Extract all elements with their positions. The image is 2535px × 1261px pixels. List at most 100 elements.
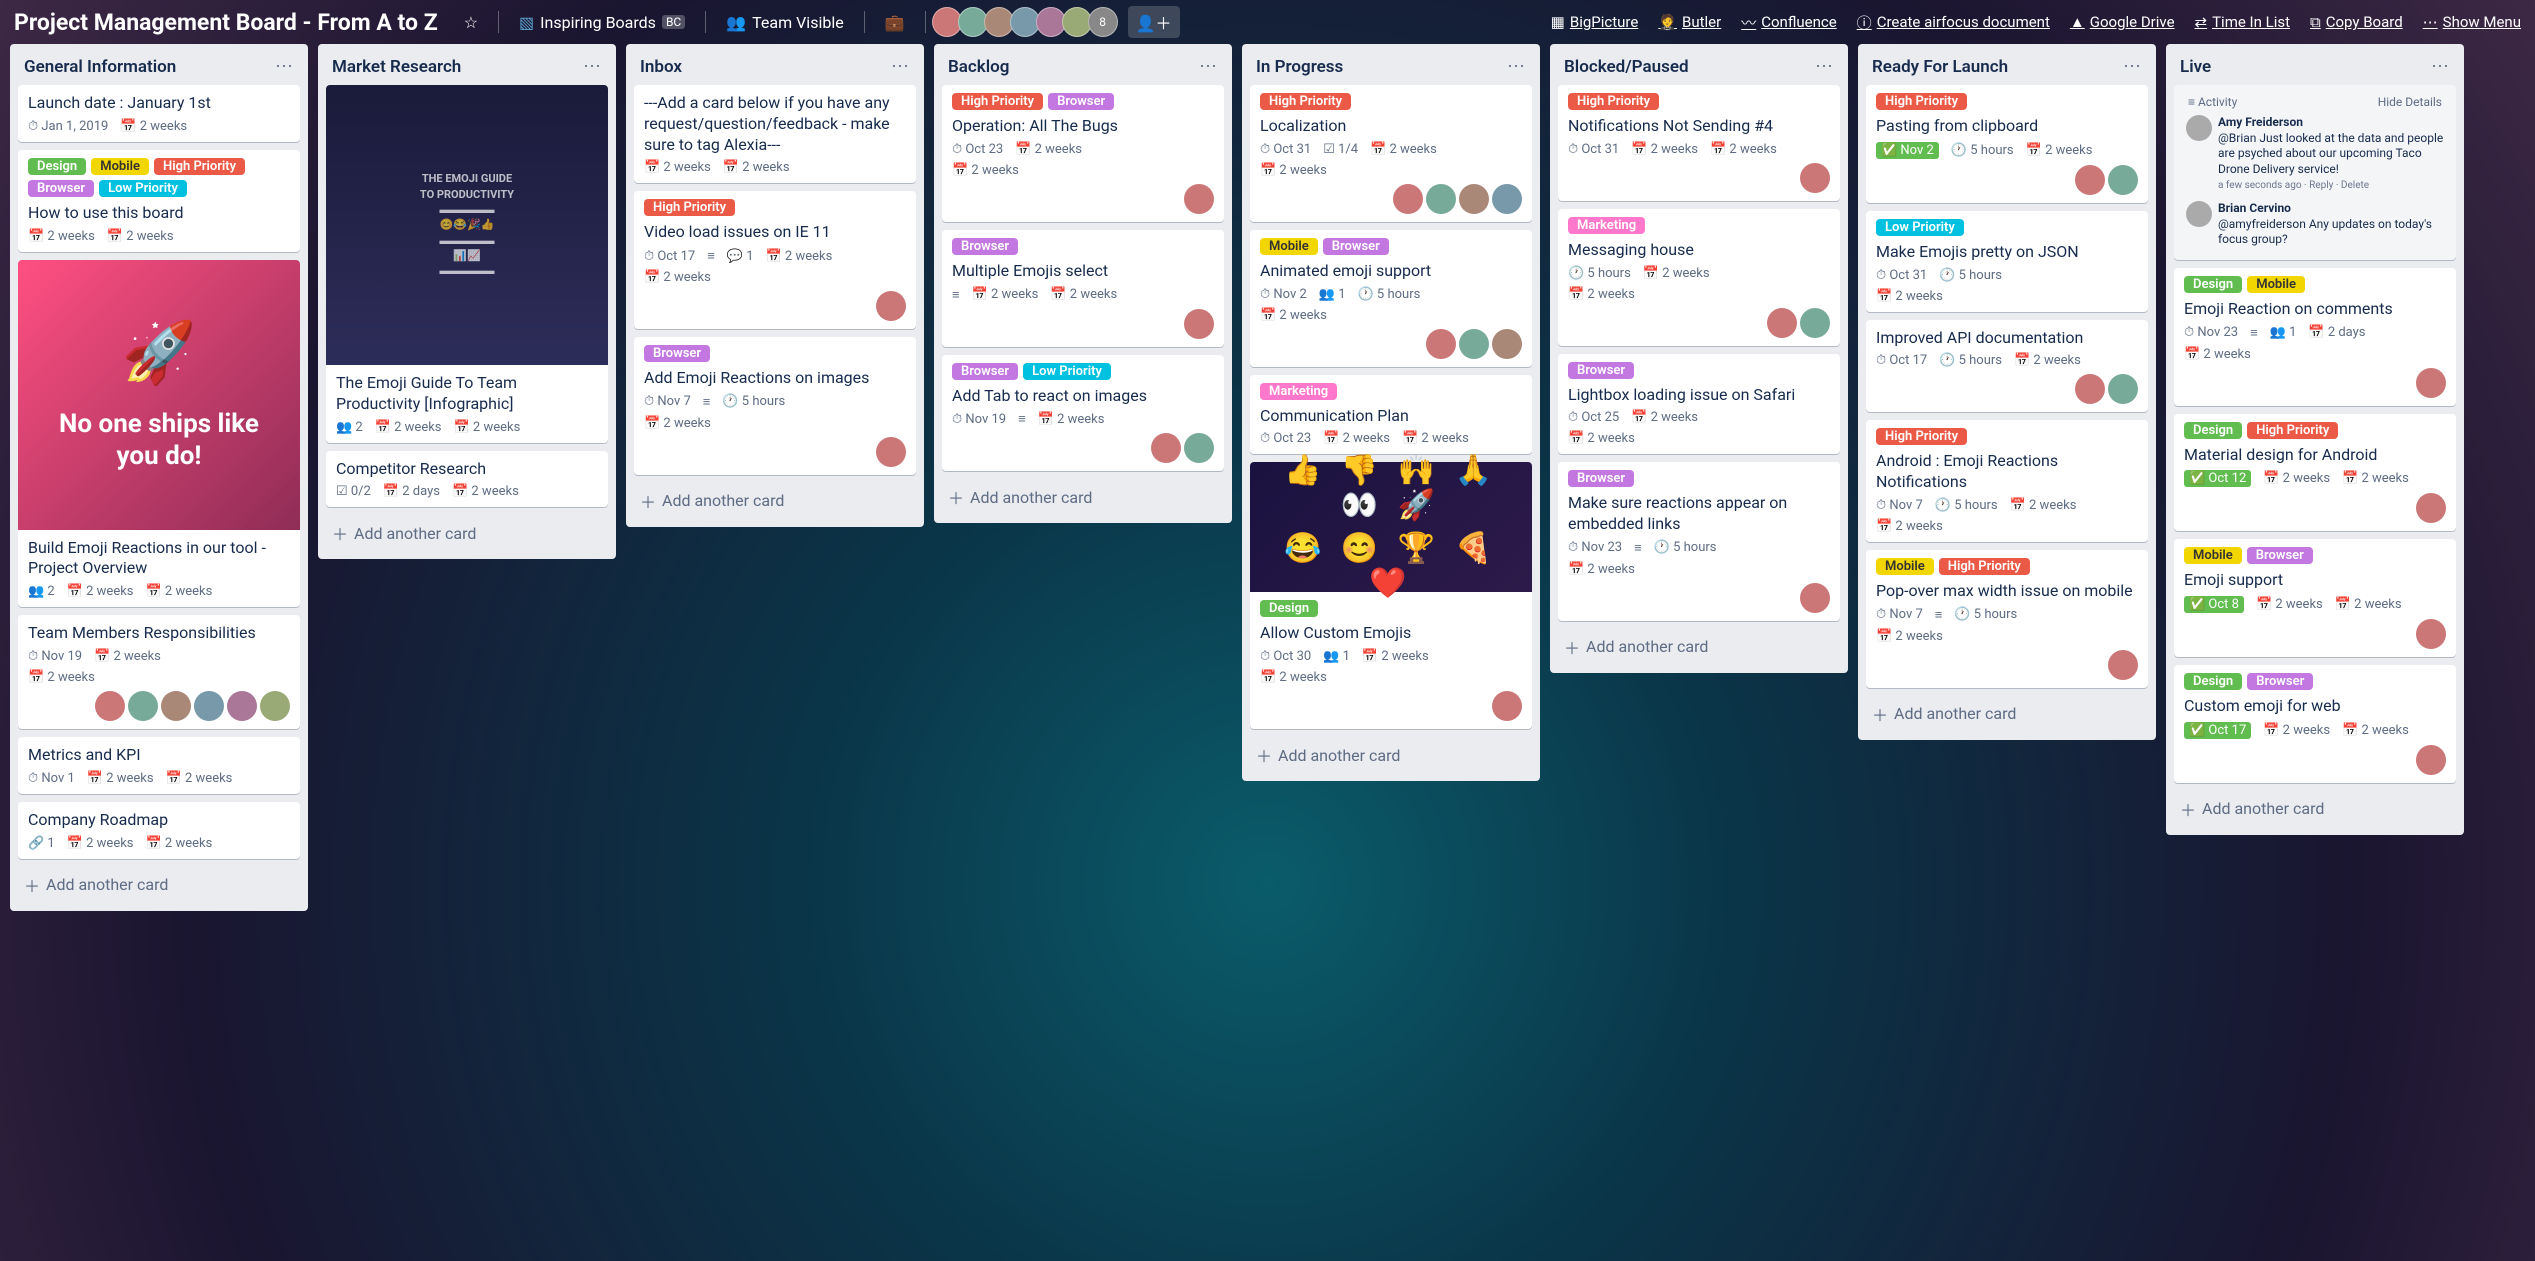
card[interactable]: High PriorityBrowserOperation: All The B… bbox=[942, 85, 1224, 222]
add-card-button[interactable]: ＋Add another card bbox=[2174, 791, 2456, 827]
card[interactable]: DesignBrowserCustom emoji for web✅ Oct 1… bbox=[2174, 665, 2456, 783]
member-avatar[interactable] bbox=[2108, 165, 2138, 195]
powerup-butler[interactable]: 🤵Butler bbox=[1658, 13, 1721, 31]
member-avatar[interactable] bbox=[1459, 184, 1489, 214]
show-menu-button[interactable]: ⋯Show Menu bbox=[2423, 13, 2521, 31]
member-avatar[interactable] bbox=[1393, 184, 1423, 214]
card[interactable]: MarketingMessaging house🕐 5 hours📅 2 wee… bbox=[1558, 209, 1840, 346]
member-avatar[interactable] bbox=[876, 291, 906, 321]
list-menu-button[interactable]: ⋯ bbox=[1199, 56, 1218, 77]
member-avatar[interactable] bbox=[2075, 165, 2105, 195]
member-avatar[interactable] bbox=[1426, 329, 1456, 359]
label-lowpriority[interactable]: Low Priority bbox=[99, 180, 187, 197]
member-avatar[interactable] bbox=[260, 691, 290, 721]
member-avatar[interactable] bbox=[1492, 184, 1522, 214]
label-highpriority[interactable]: High Priority bbox=[644, 199, 735, 216]
card[interactable]: BrowserLow PriorityAdd Tab to react on i… bbox=[942, 355, 1224, 472]
card[interactable]: High PriorityLocalization⏱ Oct 31☑ 1/4📅 … bbox=[1250, 85, 1532, 222]
member-avatar[interactable] bbox=[2416, 493, 2446, 523]
member-avatar[interactable] bbox=[2108, 374, 2138, 404]
member-avatar[interactable] bbox=[1151, 433, 1181, 463]
powerup-bigpicture[interactable]: ▦BigPicture bbox=[1551, 13, 1639, 31]
add-card-button[interactable]: ＋Add another card bbox=[1250, 737, 1532, 773]
label-highpriority[interactable]: High Priority bbox=[952, 93, 1043, 110]
card[interactable]: Launch date : January 1st⏱ Jan 1, 2019📅 … bbox=[18, 85, 300, 142]
label-design[interactable]: Design bbox=[2184, 673, 2242, 690]
list-title[interactable]: In Progress bbox=[1256, 57, 1343, 77]
label-marketing[interactable]: Marketing bbox=[1260, 383, 1337, 400]
list-menu-button[interactable]: ⋯ bbox=[2123, 56, 2142, 77]
card[interactable]: Company Roadmap🔗 1📅 2 weeks📅 2 weeks bbox=[18, 802, 300, 859]
powerup-copyboard[interactable]: ⧉Copy Board bbox=[2310, 13, 2403, 31]
list-title[interactable]: Blocked/Paused bbox=[1564, 57, 1689, 77]
label-highpriority[interactable]: High Priority bbox=[1876, 93, 1967, 110]
member-avatar[interactable] bbox=[876, 437, 906, 467]
member-avatar[interactable] bbox=[1459, 329, 1489, 359]
list-title[interactable]: Ready For Launch bbox=[1872, 57, 2008, 77]
card[interactable]: Improved API documentation⏱ Oct 17🕐 5 ho… bbox=[1866, 320, 2148, 413]
card[interactable]: DesignHigh PriorityMaterial design for A… bbox=[2174, 414, 2456, 532]
list-title[interactable]: Live bbox=[2180, 57, 2211, 77]
label-highpriority[interactable]: High Priority bbox=[1260, 93, 1351, 110]
list-title[interactable]: General Information bbox=[24, 57, 176, 77]
label-design[interactable]: Design bbox=[2184, 276, 2242, 293]
label-mobile[interactable]: Mobile bbox=[2247, 276, 2305, 293]
label-browser[interactable]: Browser bbox=[644, 345, 710, 362]
add-card-button[interactable]: ＋Add another card bbox=[326, 515, 608, 551]
label-lowpriority[interactable]: Low Priority bbox=[1876, 219, 1964, 236]
member-avatar[interactable] bbox=[2108, 650, 2138, 680]
member-avatar[interactable] bbox=[1184, 184, 1214, 214]
card[interactable]: High PriorityPasting from clipboard✅ Nov… bbox=[1866, 85, 2148, 203]
member-avatar[interactable] bbox=[128, 691, 158, 721]
invite-button[interactable]: 👤＋ bbox=[1128, 6, 1180, 38]
label-browser[interactable]: Browser bbox=[1323, 238, 1389, 255]
member-avatar[interactable] bbox=[1184, 433, 1214, 463]
label-browser[interactable]: Browser bbox=[1048, 93, 1114, 110]
card[interactable]: MarketingCommunication Plan⏱ Oct 23📅 2 w… bbox=[1250, 375, 1532, 455]
powerup-confluence[interactable]: 〰Confluence bbox=[1741, 12, 1836, 33]
label-highpriority[interactable]: High Priority bbox=[154, 158, 245, 175]
member-avatar[interactable] bbox=[1800, 308, 1830, 338]
member-avatar[interactable] bbox=[1492, 691, 1522, 721]
card[interactable]: Low PriorityMake Emojis pretty on JSON⏱ … bbox=[1866, 211, 2148, 312]
member-avatar[interactable] bbox=[2416, 368, 2446, 398]
member-avatar[interactable] bbox=[1492, 329, 1522, 359]
list-menu-button[interactable]: ⋯ bbox=[1815, 56, 1834, 77]
label-mobile[interactable]: Mobile bbox=[1260, 238, 1318, 255]
star-button[interactable]: ☆ bbox=[454, 8, 488, 37]
label-browser[interactable]: Browser bbox=[2247, 547, 2313, 564]
label-mobile[interactable]: Mobile bbox=[1876, 558, 1934, 575]
member-avatar[interactable] bbox=[1767, 308, 1797, 338]
card[interactable]: High PriorityVideo load issues on IE 11⏱… bbox=[634, 191, 916, 329]
member-avatar[interactable] bbox=[2416, 745, 2446, 775]
add-card-button[interactable]: ＋Add another card bbox=[942, 479, 1224, 515]
add-card-button[interactable]: ＋Add another card bbox=[1866, 696, 2148, 732]
label-lowpriority[interactable]: Low Priority bbox=[1023, 363, 1111, 380]
label-browser[interactable]: Browser bbox=[1568, 362, 1634, 379]
member-avatar[interactable] bbox=[95, 691, 125, 721]
card[interactable]: THE EMOJI GUIDETO PRODUCTIVITY▬▬▬▬▬😊😂🎉👍▬… bbox=[326, 85, 608, 443]
list-title[interactable]: Inbox bbox=[640, 57, 682, 77]
label-mobile[interactable]: Mobile bbox=[2184, 547, 2242, 564]
card[interactable]: Competitor Research☑ 0/2📅 2 days📅 2 week… bbox=[326, 451, 608, 508]
visibility-button[interactable]: 👥 Team Visible bbox=[716, 8, 853, 37]
member-avatar[interactable] bbox=[2416, 619, 2446, 649]
card[interactable]: BrowserLightbox loading issue on Safari⏱… bbox=[1558, 354, 1840, 455]
card[interactable]: ---Add a card below if you have any requ… bbox=[634, 85, 916, 183]
list-menu-button[interactable]: ⋯ bbox=[275, 56, 294, 77]
member-avatar[interactable] bbox=[1184, 309, 1214, 339]
label-highpriority[interactable]: High Priority bbox=[2247, 422, 2338, 439]
card[interactable]: BrowserAdd Emoji Reactions on images⏱ No… bbox=[634, 337, 916, 475]
card[interactable]: 🚀No one ships like you do!Build Emoji Re… bbox=[18, 260, 300, 608]
card[interactable]: High PriorityNotifications Not Sending #… bbox=[1558, 85, 1840, 201]
label-design[interactable]: Design bbox=[1260, 600, 1318, 617]
powerup-airfocus[interactable]: ⓘCreate airfocus document bbox=[1857, 12, 2050, 33]
card[interactable]: DesignMobileHigh PriorityBrowserLow Prio… bbox=[18, 150, 300, 252]
card[interactable]: ≡ ActivityHide DetailsAmy Freiderson@Bri… bbox=[2174, 85, 2456, 260]
member-avatar[interactable] bbox=[1426, 184, 1456, 214]
label-browser[interactable]: Browser bbox=[952, 238, 1018, 255]
member-avatar[interactable] bbox=[227, 691, 257, 721]
board-briefcase-icon[interactable]: 💼 bbox=[875, 8, 915, 37]
card[interactable]: Team Members Responsibilities⏱ Nov 19📅 2… bbox=[18, 615, 300, 729]
label-mobile[interactable]: Mobile bbox=[91, 158, 149, 175]
